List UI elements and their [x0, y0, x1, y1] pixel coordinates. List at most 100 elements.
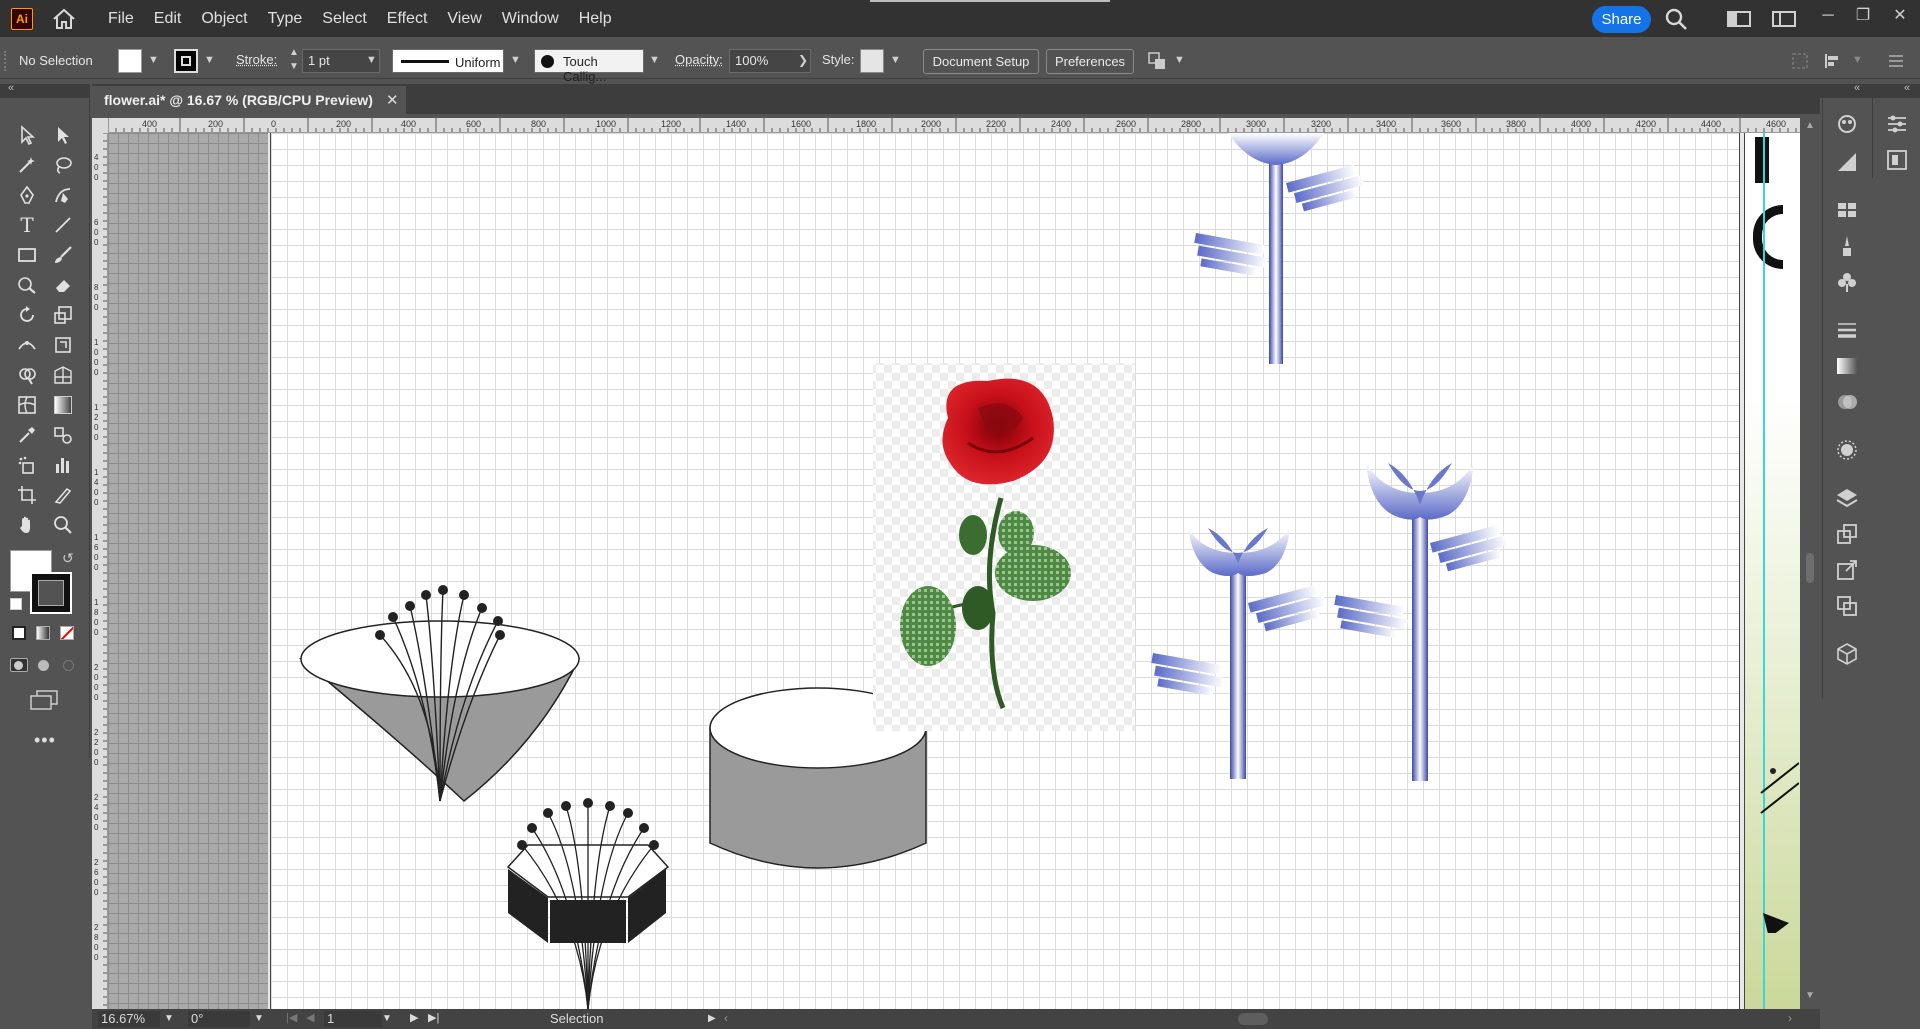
zoom-level-input[interactable]: 16.67%: [98, 1011, 160, 1027]
share-button[interactable]: Share: [1592, 6, 1651, 33]
screen-mode-icon[interactable]: [30, 690, 58, 714]
panel-menu-icon[interactable]: [1888, 53, 1904, 73]
horizontal-ruler[interactable]: 400 200 0 200 400 600 800 1000 1200 1400…: [108, 118, 1810, 133]
draw-behind-icon[interactable]: [35, 658, 53, 672]
magic-wand-tool-icon[interactable]: [14, 152, 40, 178]
style-dropdown-icon[interactable]: ▼: [890, 54, 901, 66]
arrange-dropdown-icon[interactable]: ▼: [1174, 54, 1185, 66]
arrange-objects-icon[interactable]: [1148, 52, 1166, 74]
perspective-grid-tool-icon[interactable]: [50, 362, 76, 388]
brushes-icon[interactable]: [1835, 234, 1859, 258]
preferences-button[interactable]: Preferences: [1046, 49, 1134, 74]
free-transform-tool-icon[interactable]: [50, 332, 76, 358]
menu-edit[interactable]: Edit: [144, 0, 192, 37]
properties-icon[interactable]: [1885, 112, 1909, 136]
artboard-tool-icon[interactable]: [14, 482, 40, 508]
rotate-view-input[interactable]: 0°: [188, 1011, 250, 1027]
default-colors-icon[interactable]: [10, 598, 22, 610]
gradient-swatch-icon[interactable]: [1835, 354, 1859, 378]
rotation-dropdown-icon[interactable]: ▼: [254, 1013, 264, 1024]
menu-file[interactable]: File: [98, 0, 144, 37]
line-segment-tool-icon[interactable]: [50, 212, 76, 238]
stroke-swatch[interactable]: [174, 49, 198, 73]
pen-tool-icon[interactable]: [14, 182, 40, 208]
brush-dropdown-icon[interactable]: ▼: [649, 54, 660, 66]
hand-tool-icon[interactable]: [14, 512, 40, 538]
draw-normal-icon[interactable]: [10, 658, 28, 672]
stroke-weight-dropdown-icon[interactable]: ▼: [366, 54, 377, 66]
home-icon[interactable]: [49, 4, 79, 34]
close-window-button[interactable]: ✕: [1887, 4, 1913, 28]
canvas[interactable]: [108, 133, 1810, 1009]
rotate-tool-icon[interactable]: [14, 302, 40, 328]
stroke-stepper-down-icon[interactable]: ▼: [289, 61, 299, 72]
export-icon[interactable]: [1835, 558, 1859, 582]
scroll-up-icon[interactable]: ▲: [1805, 120, 1815, 131]
paintbrush-tool-icon[interactable]: [50, 242, 76, 268]
vertical-ruler[interactable]: 4 0 0 6 0 0 8 0 0 1 0 0 0 1 2 0 0 1 4 0 …: [92, 133, 108, 1009]
align-icon[interactable]: [1824, 53, 1844, 73]
collapse-toolbar-icon[interactable]: «: [8, 82, 14, 94]
stroke-color-box[interactable]: [30, 572, 72, 614]
stroke-stepper-up-icon[interactable]: ▲: [289, 47, 299, 58]
slice-tool-icon[interactable]: [50, 482, 76, 508]
gradient-panel-icon[interactable]: [1835, 150, 1859, 174]
column-graph-tool-icon[interactable]: [50, 452, 76, 478]
direct-selection-tool-icon[interactable]: [50, 122, 76, 148]
workspace-switcher-icon[interactable]: [1772, 10, 1796, 32]
scroll-left-icon[interactable]: ‹: [724, 1011, 728, 1025]
last-artboard-icon[interactable]: ▶|: [428, 1011, 439, 1024]
stroke-label[interactable]: Stroke:: [236, 52, 277, 67]
type-tool-icon[interactable]: T: [14, 212, 40, 238]
stroke-dropdown-icon[interactable]: ▼: [204, 54, 215, 66]
collapse-panels-icon-2[interactable]: «: [1904, 82, 1910, 94]
libraries-icon[interactable]: [1885, 148, 1909, 172]
opacity-expand-icon[interactable]: ❯: [798, 53, 808, 67]
color-guide-icon[interactable]: [1835, 112, 1859, 136]
curvature-tool-icon[interactable]: [50, 182, 76, 208]
document-setup-button[interactable]: Document Setup: [923, 49, 1039, 74]
menu-object[interactable]: Object: [191, 0, 257, 37]
symbol-sprayer-tool-icon[interactable]: [14, 452, 40, 478]
3d-materials-icon[interactable]: [1835, 642, 1859, 666]
artboards-icon[interactable]: [1835, 522, 1859, 546]
menu-help[interactable]: Help: [569, 0, 622, 37]
align-dropdown-icon[interactable]: ▼: [1852, 54, 1863, 66]
ruler-origin[interactable]: [92, 118, 108, 133]
eyedropper-tool-icon[interactable]: [14, 422, 40, 448]
arrange-documents-icon[interactable]: [1727, 10, 1751, 32]
vertical-scrollbar[interactable]: ▲ ▼: [1800, 118, 1820, 1009]
menu-type[interactable]: Type: [258, 0, 313, 37]
selection-tool-icon[interactable]: [14, 122, 40, 148]
shaper-tool-icon[interactable]: [14, 272, 40, 298]
menu-effect[interactable]: Effect: [377, 0, 438, 37]
lasso-tool-icon[interactable]: [50, 152, 76, 178]
control-bar-grip[interactable]: [4, 51, 8, 71]
graphic-style-swatch[interactable]: [860, 49, 884, 73]
none-mode-icon[interactable]: [60, 626, 74, 640]
horizontal-scrollbar-thumb[interactable]: [1238, 1013, 1268, 1025]
layers-icon[interactable]: [1835, 486, 1859, 510]
edit-toolbar-icon[interactable]: •••: [34, 730, 56, 751]
fill-swatch[interactable]: [118, 49, 142, 73]
draw-inside-icon[interactable]: [60, 658, 78, 672]
appearance-icon[interactable]: [1835, 438, 1859, 462]
close-tab-icon[interactable]: ✕: [386, 91, 399, 109]
profile-dropdown-icon[interactable]: ▼: [510, 54, 521, 66]
transparency-icon[interactable]: [1835, 390, 1859, 414]
scroll-right-icon[interactable]: ›: [1788, 1011, 1792, 1025]
color-mode-icon[interactable]: [12, 626, 26, 640]
restore-button[interactable]: ❐: [1850, 4, 1876, 28]
pathfinder-icon[interactable]: [1835, 594, 1859, 618]
gradient-tool-icon[interactable]: [50, 392, 76, 418]
document-tab[interactable]: flower.ai* @ 16.67 % (RGB/CPU Preview): [92, 86, 406, 114]
mesh-tool-icon[interactable]: [14, 392, 40, 418]
zoom-dropdown-icon[interactable]: ▼: [164, 1013, 174, 1024]
scrollbar-thumb[interactable]: [1806, 553, 1814, 583]
blend-tool-icon[interactable]: [50, 422, 76, 448]
scroll-down-icon[interactable]: ▼: [1805, 990, 1815, 1001]
zoom-tool-icon[interactable]: [50, 512, 76, 538]
rectangle-tool-icon[interactable]: [14, 242, 40, 268]
gradient-mode-icon[interactable]: [36, 626, 50, 640]
scale-tool-icon[interactable]: [50, 302, 76, 328]
